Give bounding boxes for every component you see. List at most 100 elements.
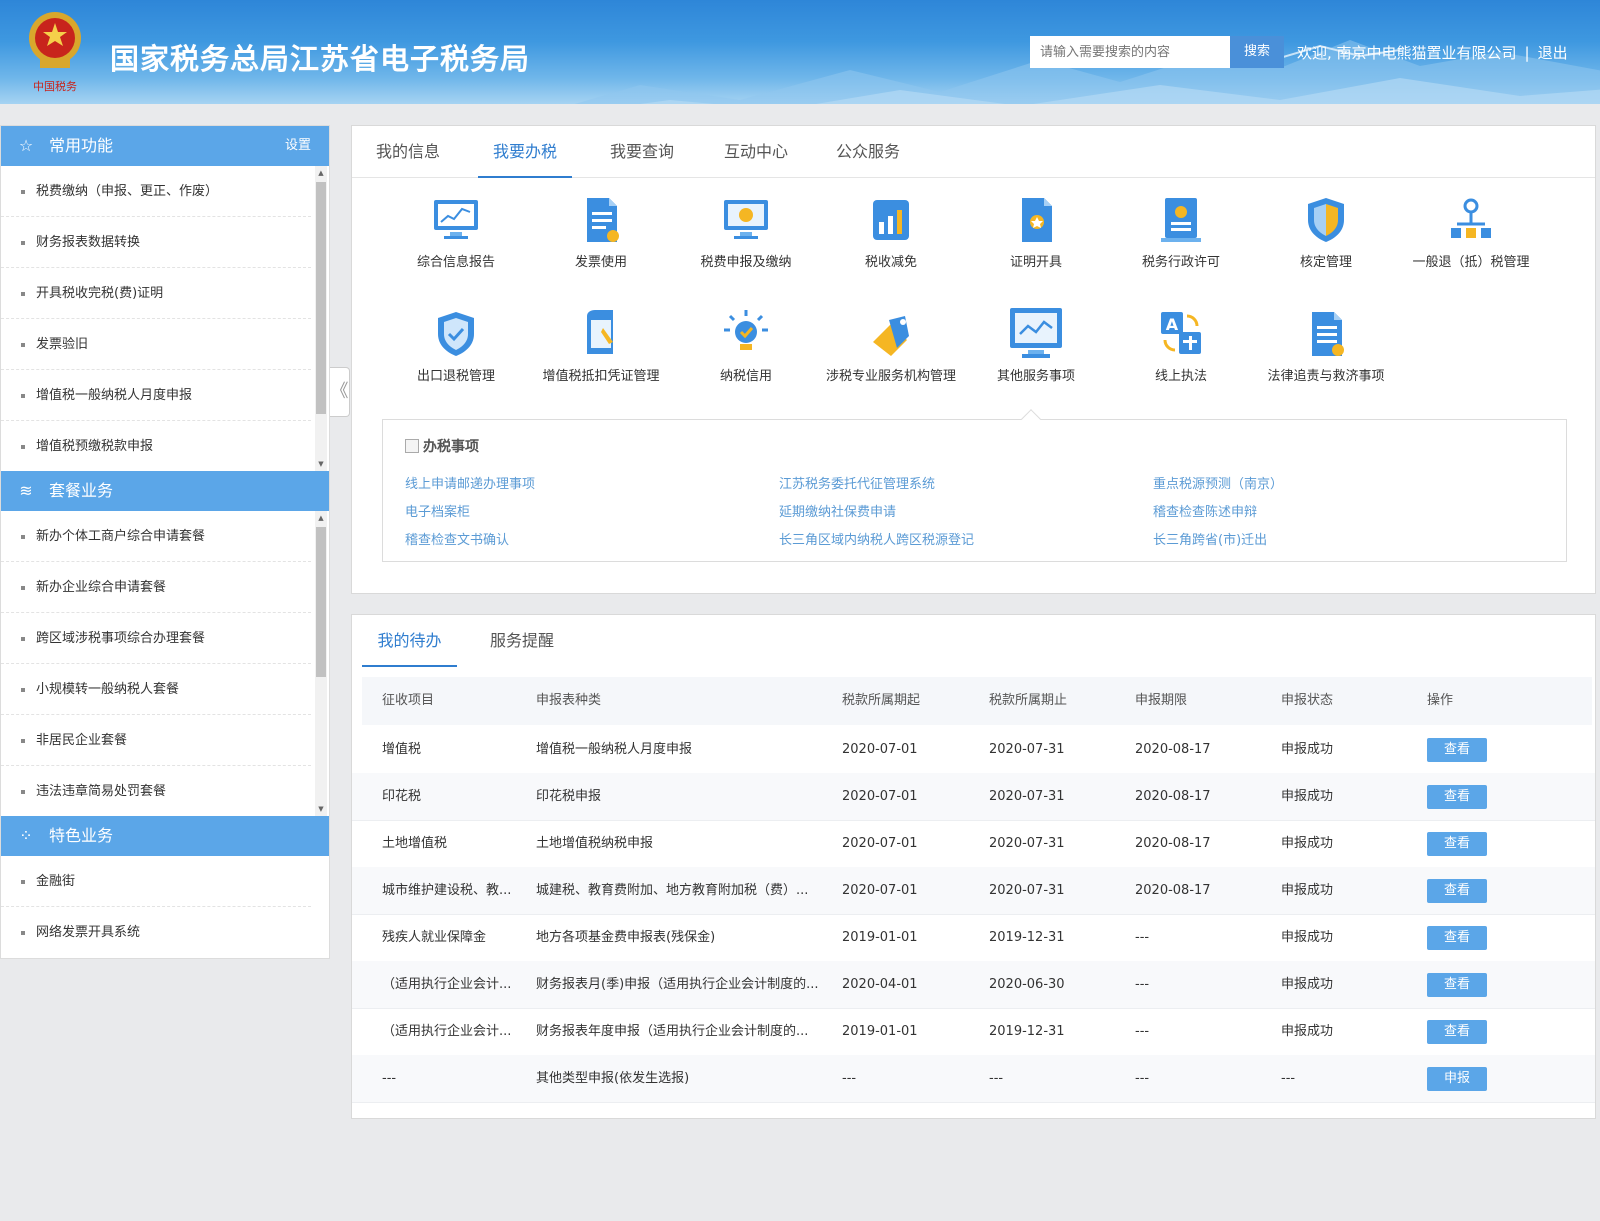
sub-link[interactable]: 稽查检查文书确认 [405,529,509,548]
view-button[interactable]: 查看 [1427,832,1487,856]
tab-my-todo[interactable]: 我的待办 [362,615,457,667]
tab-public-service[interactable]: 公众服务 [818,126,918,178]
sub-link[interactable]: 长三角区域内纳税人跨区税源登记 [779,529,974,548]
welcome-text[interactable]: 欢迎, 南京中电熊猫置业有限公司 [1297,44,1517,62]
table-cell: 城市维护建设税、教... [382,883,512,898]
view-button[interactable]: 查看 [1427,1020,1487,1044]
scroll-down-icon[interactable]: ▼ [315,459,327,469]
table-row: --- 其他类型申报(依发生选报) --- --- --- --- 申报 [352,1055,1595,1103]
func-export-refund[interactable]: 出口退税管理 [381,306,531,385]
scroll-thumb[interactable] [316,182,326,414]
scroll-up-icon[interactable]: ▲ [315,168,327,178]
table-cell: 2020-08-17 [1135,883,1211,898]
sub-link[interactable]: 稽查检查陈述申辩 [1153,501,1257,520]
sub-link[interactable]: 延期缴纳社保费申请 [779,501,896,520]
view-button[interactable]: 查看 [1427,926,1487,950]
sidebar-item[interactable]: 增值税预缴税款申报 [1,421,311,471]
main-tabs: 我的信息 我要办税 我要查询 互动中心 公众服务 [352,126,1595,178]
sidebar-item[interactable]: 发票验旧 [1,319,311,370]
table-row: （适用执行企业会计... 财务报表月(季)申报（适用执行企业会计制度的... 202… [352,961,1595,1009]
func-other-services[interactable]: 其他服务事项 [961,306,1111,385]
sub-link[interactable]: 线上申请邮递办理事项 [405,473,535,492]
search-button[interactable]: 搜索 [1230,36,1284,68]
declare-button[interactable]: 申报 [1427,1067,1487,1091]
func-legal-remedy[interactable]: 法律追责与救济事项 [1251,306,1401,385]
sub-link[interactable]: 重点税源预测（南京） [1153,473,1283,492]
scroll-down-icon[interactable]: ▼ [315,804,327,814]
search-input[interactable] [1030,36,1230,68]
sidebar-section-common[interactable]: ☆ 常用功能 设置 [1,126,329,166]
func-info-report[interactable]: 综合信息报告 [381,192,531,271]
view-button[interactable]: 查看 [1427,879,1487,903]
scrollbar[interactable]: ▲ ▼ [315,511,327,816]
sidebar-item[interactable]: 财务报表数据转换 [1,217,311,268]
sub-link[interactable]: 江苏税务委托代征管理系统 [779,473,935,492]
sidebar-item[interactable]: 网络发票开具系统 [1,907,311,958]
doc-list-icon [1312,312,1344,356]
table-cell: 城建税、教育费附加、地方教育附加税（费）... [536,883,809,898]
func-verification[interactable]: 核定管理 [1251,192,1401,271]
sidebar-item[interactable]: 新办企业综合申请套餐 [1,562,311,613]
table-cell: （适用执行企业会计... [382,977,512,992]
todo-tabs: 我的待办 服务提醒 [352,615,1595,667]
table-cell: 2020-07-01 [842,836,918,851]
view-button[interactable]: 查看 [1427,785,1487,809]
sidebar-item[interactable]: 金融街 [1,856,311,907]
certificate-icon [1022,198,1052,242]
table-cell: 2019-12-31 [989,930,1065,945]
scrollbar[interactable]: ▲ ▼ [315,166,327,471]
table-cell: 2020-07-01 [842,789,918,804]
table-row: 土地增值税 土地增值税纳税申报 2020-07-01 2020-07-31 2020-0… [352,820,1595,868]
table-cell: 其他类型申报(依发生选报) [536,1071,690,1086]
scroll-thumb[interactable] [316,527,326,677]
tab-interaction[interactable]: 互动中心 [706,126,806,178]
section-title: 常用功能 [49,136,114,155]
func-online-enforcement[interactable]: A 线上执法 [1106,306,1256,385]
func-tax-relief[interactable]: 税收减免 [816,192,966,271]
tab-tax-handling[interactable]: 我要办税 [478,126,572,178]
func-admin-license[interactable]: 税务行政许可 [1106,192,1256,271]
sidebar-item[interactable]: 新办个体工商户综合申请套餐 [1,511,311,562]
star-icon: ☆ [18,136,34,155]
func-vat-voucher[interactable]: 增值税抵扣凭证管理 [526,306,676,385]
table-row: （适用执行企业会计... 财务报表年度申报（适用执行企业会计制度的... 2019-… [352,1008,1595,1056]
func-refund[interactable]: 一般退（抵）税管理 [1396,192,1546,271]
logout-link[interactable]: 退出 [1538,44,1568,62]
sidebar-item[interactable]: 开具税收完税(费)证明 [1,268,311,319]
func-invoice[interactable]: 发票使用 [526,192,676,271]
func-declare-pay[interactable]: 税费申报及缴纳 [671,192,821,271]
func-agency-mgmt[interactable]: 涉税专业服务机构管理 [816,306,966,385]
sidebar-collapse-button[interactable]: 《 [330,367,350,417]
sidebar-section-featured[interactable]: ⁘ 特色业务 [1,816,329,856]
separator: | [1524,44,1530,62]
sidebar-item[interactable]: 税费缴纳（申报、更正、作废） [1,166,311,217]
view-button[interactable]: 查看 [1427,738,1487,762]
func-certificate[interactable]: 证明开具 [961,192,1111,271]
tab-service-reminder[interactable]: 服务提醒 [472,615,572,667]
column-header: 税款所属期起 [842,693,921,708]
sub-link[interactable]: 电子档案柜 [405,501,470,520]
sidebar-section-package[interactable]: ≋ 套餐业务 [1,471,329,511]
table-row: 残疾人就业保障金 地方各项基金费申报表(残保金) 2019-01-01 2019-12… [352,914,1595,962]
table-cell: 2020-07-31 [989,742,1065,757]
tab-query[interactable]: 我要查询 [592,126,692,178]
sidebar-item[interactable]: 违法违章简易处罚套餐 [1,766,311,816]
table-cell: --- [1135,1024,1150,1039]
table-cell: 申报成功 [1281,742,1334,757]
view-button[interactable]: 查看 [1427,973,1487,997]
sub-link[interactable]: 长三角跨省(市)迁出 [1153,529,1267,548]
sidebar-item[interactable]: 小规模转一般纳税人套餐 [1,664,311,715]
sidebar-item[interactable]: 跨区域涉税事项综合办理套餐 [1,613,311,664]
grid-icon: ⁘ [19,826,33,845]
table-cell: 2020-04-01 [842,977,918,992]
func-tax-credit[interactable]: 纳税信用 [671,306,821,385]
table-cell: 增值税 [382,742,422,757]
featured-list: 金融街 网络发票开具系统 [1,856,329,960]
sidebar-item[interactable]: 非居民企业套餐 [1,715,311,766]
tab-my-info[interactable]: 我的信息 [358,126,458,178]
settings-link[interactable]: 设置 [285,126,311,166]
table-cell: 2019-12-31 [989,1024,1065,1039]
sidebar-item[interactable]: 增值税一般纳税人月度申报 [1,370,311,421]
scroll-up-icon[interactable]: ▲ [315,513,327,523]
shield-check-icon [438,312,474,356]
